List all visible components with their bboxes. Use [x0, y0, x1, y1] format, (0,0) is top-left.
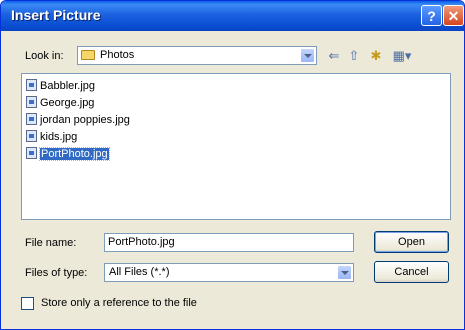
chevron-down-icon[interactable]	[300, 48, 315, 63]
store-reference-checkbox[interactable]	[21, 297, 34, 310]
file-name: PortPhoto.jpg	[39, 147, 110, 161]
file-name: jordan poppies.jpg	[40, 114, 130, 126]
list-item[interactable]: jordan poppies.jpg	[26, 113, 132, 128]
list-item[interactable]: kids.jpg	[26, 130, 79, 145]
image-file-icon	[26, 130, 37, 143]
views-menu-icon[interactable]: ▦▾	[389, 48, 415, 64]
cancel-button[interactable]: Cancel	[374, 261, 449, 283]
help-button[interactable]: ?	[421, 5, 442, 26]
image-file-icon	[26, 96, 37, 109]
file-type-label: Files of type:	[25, 267, 88, 279]
close-button[interactable]: ✕	[443, 5, 464, 26]
look-in-value: Photos	[100, 49, 135, 61]
file-name: kids.jpg	[40, 131, 78, 143]
back-icon[interactable]: ⇐	[325, 48, 343, 64]
file-name: George.jpg	[40, 97, 95, 109]
help-icon: ?	[427, 8, 436, 24]
list-item-selected[interactable]: PortPhoto.jpg	[26, 147, 111, 162]
look-in-dropdown[interactable]: Photos	[77, 46, 317, 65]
look-in-label: Look in:	[25, 50, 64, 62]
list-item[interactable]: George.jpg	[26, 96, 96, 111]
store-reference-label: Store only a reference to the file	[41, 297, 197, 309]
close-icon: ✕	[447, 8, 460, 24]
up-folder-icon[interactable]: ⇧	[345, 48, 363, 64]
new-folder-icon[interactable]: ✱	[367, 48, 385, 64]
file-name-value: PortPhoto.jpg	[108, 236, 175, 248]
dialog-title: Insert Picture	[11, 7, 101, 23]
file-name: Babbler.jpg	[40, 80, 96, 92]
file-name-input[interactable]: PortPhoto.jpg	[104, 233, 354, 252]
file-name-label: File name:	[25, 237, 77, 249]
image-file-icon	[26, 147, 37, 160]
list-item[interactable]: Babbler.jpg	[26, 79, 97, 94]
image-file-icon	[26, 113, 37, 126]
file-list[interactable]: Babbler.jpg George.jpg jordan poppies.jp…	[21, 73, 451, 220]
file-type-value: All Files (*.*)	[109, 266, 170, 278]
chevron-down-icon[interactable]	[337, 265, 352, 280]
title-bar: Insert Picture ? ✕	[1, 1, 464, 31]
insert-picture-dialog: Insert Picture ? ✕ Look in: Photos ⇐ ⇧ ✱…	[0, 0, 465, 330]
file-type-dropdown[interactable]: All Files (*.*)	[104, 263, 354, 282]
open-button[interactable]: Open	[374, 231, 449, 253]
image-file-icon	[26, 79, 37, 92]
folder-icon	[81, 50, 95, 60]
